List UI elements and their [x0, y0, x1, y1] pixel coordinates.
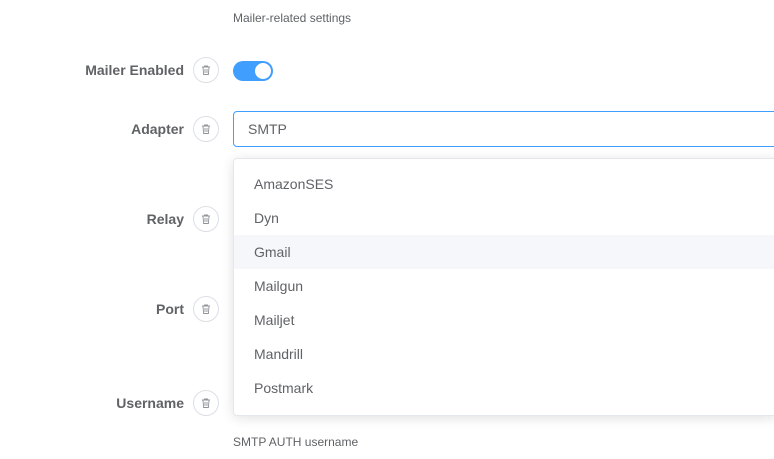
adapter-dropdown: AmazonSES Dyn Gmail Mailgun Mailjet Mand… — [233, 158, 774, 416]
trash-icon — [202, 65, 210, 75]
adapter-option[interactable]: Mandrill — [234, 337, 774, 371]
trash-icon — [202, 304, 210, 314]
adapter-option[interactable]: Dyn — [234, 201, 774, 235]
adapter-option[interactable]: Postmark — [234, 371, 774, 405]
adapter-reset-button[interactable] — [193, 116, 219, 142]
port-reset-button[interactable] — [193, 296, 219, 322]
mailer-settings-page: Mailer-related settings Mailer Enabled A… — [0, 0, 774, 459]
username-label: Username — [116, 395, 184, 411]
relay-label: Relay — [146, 211, 184, 227]
trash-icon — [202, 214, 210, 224]
username-help-text: SMTP AUTH username — [233, 435, 359, 449]
toggle-knob — [255, 63, 271, 79]
mailer-enabled-reset-button[interactable] — [193, 57, 219, 83]
adapter-option[interactable]: AmazonSES — [234, 167, 774, 201]
port-label: Port — [156, 301, 184, 317]
username-reset-button[interactable] — [193, 390, 219, 416]
adapter-label: Adapter — [131, 121, 184, 137]
adapter-option[interactable]: Mailjet — [234, 303, 774, 337]
adapter-option[interactable]: Mailgun — [234, 269, 774, 303]
section-description: Mailer-related settings — [233, 11, 352, 25]
mailer-enabled-label: Mailer Enabled — [85, 62, 184, 78]
adapter-options-list: AmazonSES Dyn Gmail Mailgun Mailjet Mand… — [234, 159, 774, 415]
adapter-option[interactable]: SMTP — [234, 405, 774, 415]
trash-icon — [202, 398, 210, 408]
mailer-enabled-toggle[interactable] — [233, 61, 273, 81]
relay-reset-button[interactable] — [193, 206, 219, 232]
adapter-select[interactable]: SMTP — [233, 111, 774, 147]
adapter-option[interactable]: Gmail — [234, 235, 774, 269]
trash-icon — [202, 124, 210, 134]
